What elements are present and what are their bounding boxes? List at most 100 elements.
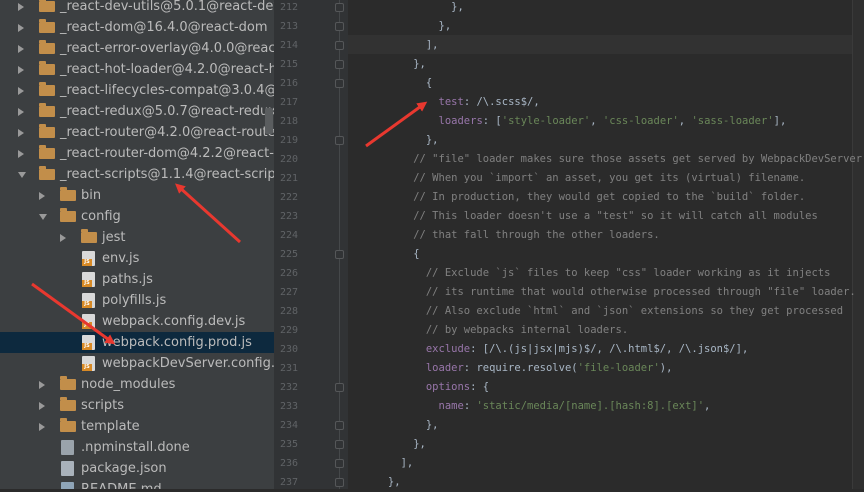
code-line[interactable]: // This loader doesn't use a "test" so i… bbox=[350, 207, 818, 226]
code-line[interactable]: test: /\.scss$/, bbox=[350, 93, 540, 112]
chevron-down-icon[interactable] bbox=[39, 214, 47, 220]
tree-item-react-lifecycles-compat-3-0-4-react-lifecycles-compat[interactable]: _react-lifecycles-compat@3.0.4@react-lif… bbox=[0, 80, 274, 101]
chevron-right-icon[interactable] bbox=[39, 192, 45, 200]
fold-marker-icon[interactable] bbox=[335, 440, 344, 449]
code-line[interactable]: // by webpacks internal loaders. bbox=[350, 321, 628, 340]
fold-marker-icon[interactable] bbox=[335, 79, 344, 88]
code-line[interactable]: loader: require.resolve('file-loader'), bbox=[350, 359, 673, 378]
folder-icon bbox=[39, 61, 55, 75]
code-line[interactable]: // that fall through the other loaders. bbox=[350, 226, 660, 245]
fold-marker-icon[interactable] bbox=[335, 60, 344, 69]
code-line[interactable]: }, bbox=[350, 131, 439, 150]
tree-item-react-dev-utils-5-0-1-react-dev-utils[interactable]: _react-dev-utils@5.0.1@react-dev-utils bbox=[0, 0, 274, 17]
code-token: }, bbox=[350, 58, 426, 70]
code-token: // Also exclude `html` and `json` extens… bbox=[350, 305, 844, 317]
tree-item-scripts[interactable]: scripts bbox=[0, 395, 274, 416]
chevron-right-icon[interactable] bbox=[18, 108, 24, 116]
tree-item-label: webpack.config.prod.js bbox=[102, 335, 252, 350]
tree-item-react-scripts-1-1-4-react-scripts[interactable]: _react-scripts@1.1.4@react-scripts bbox=[0, 164, 274, 185]
code-line[interactable]: }, bbox=[350, 473, 401, 492]
fold-marker-icon[interactable] bbox=[335, 250, 344, 259]
code-line[interactable]: }, bbox=[350, 416, 439, 435]
js-file-icon: JS bbox=[82, 335, 95, 350]
tree-item-readme-md[interactable]: README.md bbox=[0, 479, 274, 489]
npm-file-icon bbox=[61, 440, 74, 455]
code-token: , bbox=[704, 400, 711, 412]
tree-item-react-router-4-2-0-react-router[interactable]: _react-router@4.2.0@react-router bbox=[0, 122, 274, 143]
chevron-right-icon[interactable] bbox=[18, 3, 24, 11]
fold-marker-icon[interactable] bbox=[335, 41, 344, 50]
code-line[interactable]: loaders: ['style-loader', 'css-loader', … bbox=[350, 112, 787, 131]
chevron-right-icon[interactable] bbox=[18, 24, 24, 32]
tree-item-package-json[interactable]: package.json bbox=[0, 458, 274, 479]
line-number: 234 bbox=[279, 420, 298, 431]
tree-item-template[interactable]: template bbox=[0, 416, 274, 437]
code-token: 'sass-loader' bbox=[691, 115, 774, 127]
tree-item-webpack-config-prod-js[interactable]: JS webpack.config.prod.js bbox=[0, 332, 274, 353]
chevron-right-icon[interactable] bbox=[18, 66, 24, 74]
js-badge: JS bbox=[82, 364, 92, 371]
tree-item-node-modules[interactable]: node_modules bbox=[0, 374, 274, 395]
code-line[interactable]: // "file" loader makes sure those assets… bbox=[350, 150, 864, 169]
code-line[interactable]: name: 'static/media/[name].[hash:8].[ext… bbox=[350, 397, 711, 416]
tree-item-react-redux-5-0-7-react-redux[interactable]: _react-redux@5.0.7@react-redux bbox=[0, 101, 274, 122]
chevron-right-icon[interactable] bbox=[18, 150, 24, 158]
chevron-right-icon[interactable] bbox=[60, 234, 66, 242]
js-badge: JS bbox=[82, 343, 92, 350]
code-token: ], bbox=[773, 115, 787, 127]
tree-item-env-js[interactable]: JS env.js bbox=[0, 248, 274, 269]
chevron-down-icon[interactable] bbox=[18, 172, 26, 178]
project-tree-panel[interactable]: _react-dev-utils@5.0.1@react-dev-utils _r… bbox=[0, 0, 274, 489]
chevron-right-icon[interactable] bbox=[39, 402, 45, 410]
code-line[interactable]: }, bbox=[350, 55, 426, 74]
fold-marker-icon[interactable] bbox=[335, 383, 344, 392]
code-line[interactable]: options: { bbox=[350, 378, 489, 397]
code-line[interactable]: }, bbox=[350, 435, 426, 454]
line-number: 226 bbox=[279, 268, 298, 279]
code-line[interactable]: // In production, they would get copied … bbox=[350, 188, 805, 207]
chevron-right-icon[interactable] bbox=[18, 45, 24, 53]
code-line[interactable]: }, bbox=[350, 17, 452, 36]
code-line[interactable]: exclude: [/\.(js|jsx|mjs)$/, /\.html$/, … bbox=[350, 340, 748, 359]
tree-item-paths-js[interactable]: JS paths.js bbox=[0, 269, 274, 290]
code-token: }, bbox=[350, 20, 452, 32]
tree-item-polyfills-js[interactable]: JS polyfills.js bbox=[0, 290, 274, 311]
tree-item-react-router-dom-4-2-2-react-router-dom[interactable]: _react-router-dom@4.2.2@react-router-dom bbox=[0, 143, 274, 164]
tree-item-npminstall-done[interactable]: .npminstall.done bbox=[0, 437, 274, 458]
chevron-right-icon[interactable] bbox=[39, 423, 45, 431]
fold-marker-icon[interactable] bbox=[335, 459, 344, 468]
fold-marker-icon[interactable] bbox=[335, 136, 344, 145]
tree-item-webpack-config-dev-js[interactable]: JS webpack.config.dev.js bbox=[0, 311, 274, 332]
fold-marker-icon[interactable] bbox=[335, 3, 344, 12]
chevron-right-icon[interactable] bbox=[39, 381, 45, 389]
code-line[interactable]: ], bbox=[350, 36, 439, 55]
code-token: ], bbox=[350, 39, 439, 51]
code-line[interactable]: }, bbox=[350, 0, 464, 17]
tree-item-config[interactable]: config bbox=[0, 206, 274, 227]
project-tree-scrollbar[interactable] bbox=[265, 108, 273, 134]
fold-marker-icon[interactable] bbox=[335, 22, 344, 31]
folder-icon bbox=[39, 0, 55, 12]
code-line[interactable]: // its runtime that would otherwise proc… bbox=[350, 283, 856, 302]
chevron-right-icon[interactable] bbox=[18, 87, 24, 95]
tree-item-react-hot-loader-4-2-0-react-hot-loader[interactable]: _react-hot-loader@4.2.0@react-hot-loader bbox=[0, 59, 274, 80]
fold-marker-icon[interactable] bbox=[335, 478, 344, 487]
code-token: loaders bbox=[438, 115, 483, 127]
code-line[interactable]: { bbox=[350, 245, 419, 264]
tree-item-label: env.js bbox=[102, 251, 140, 266]
chevron-right-icon[interactable] bbox=[18, 129, 24, 137]
json-file-icon bbox=[61, 461, 74, 476]
fold-marker-icon[interactable] bbox=[335, 421, 344, 430]
code-line[interactable]: { bbox=[350, 74, 432, 93]
tree-item-bin[interactable]: bin bbox=[0, 185, 274, 206]
tree-item-jest[interactable]: jest bbox=[0, 227, 274, 248]
code-line[interactable]: // Exclude `js` files to keep "css" load… bbox=[350, 264, 831, 283]
tree-item-react-dom-16-4-0-react-dom[interactable]: _react-dom@16.4.0@react-dom bbox=[0, 17, 274, 38]
tree-item-react-error-overlay-4-0-0-react-error-overlay[interactable]: _react-error-overlay@4.0.0@react-error-o… bbox=[0, 38, 274, 59]
code-line[interactable]: // When you `import` an asset, you get i… bbox=[350, 169, 805, 188]
tree-item-webpackdevserver-config-js[interactable]: JS webpackDevServer.config.js bbox=[0, 353, 274, 374]
code-line[interactable]: ], bbox=[350, 454, 414, 473]
code-line[interactable]: // Also exclude `html` and `json` extens… bbox=[350, 302, 843, 321]
